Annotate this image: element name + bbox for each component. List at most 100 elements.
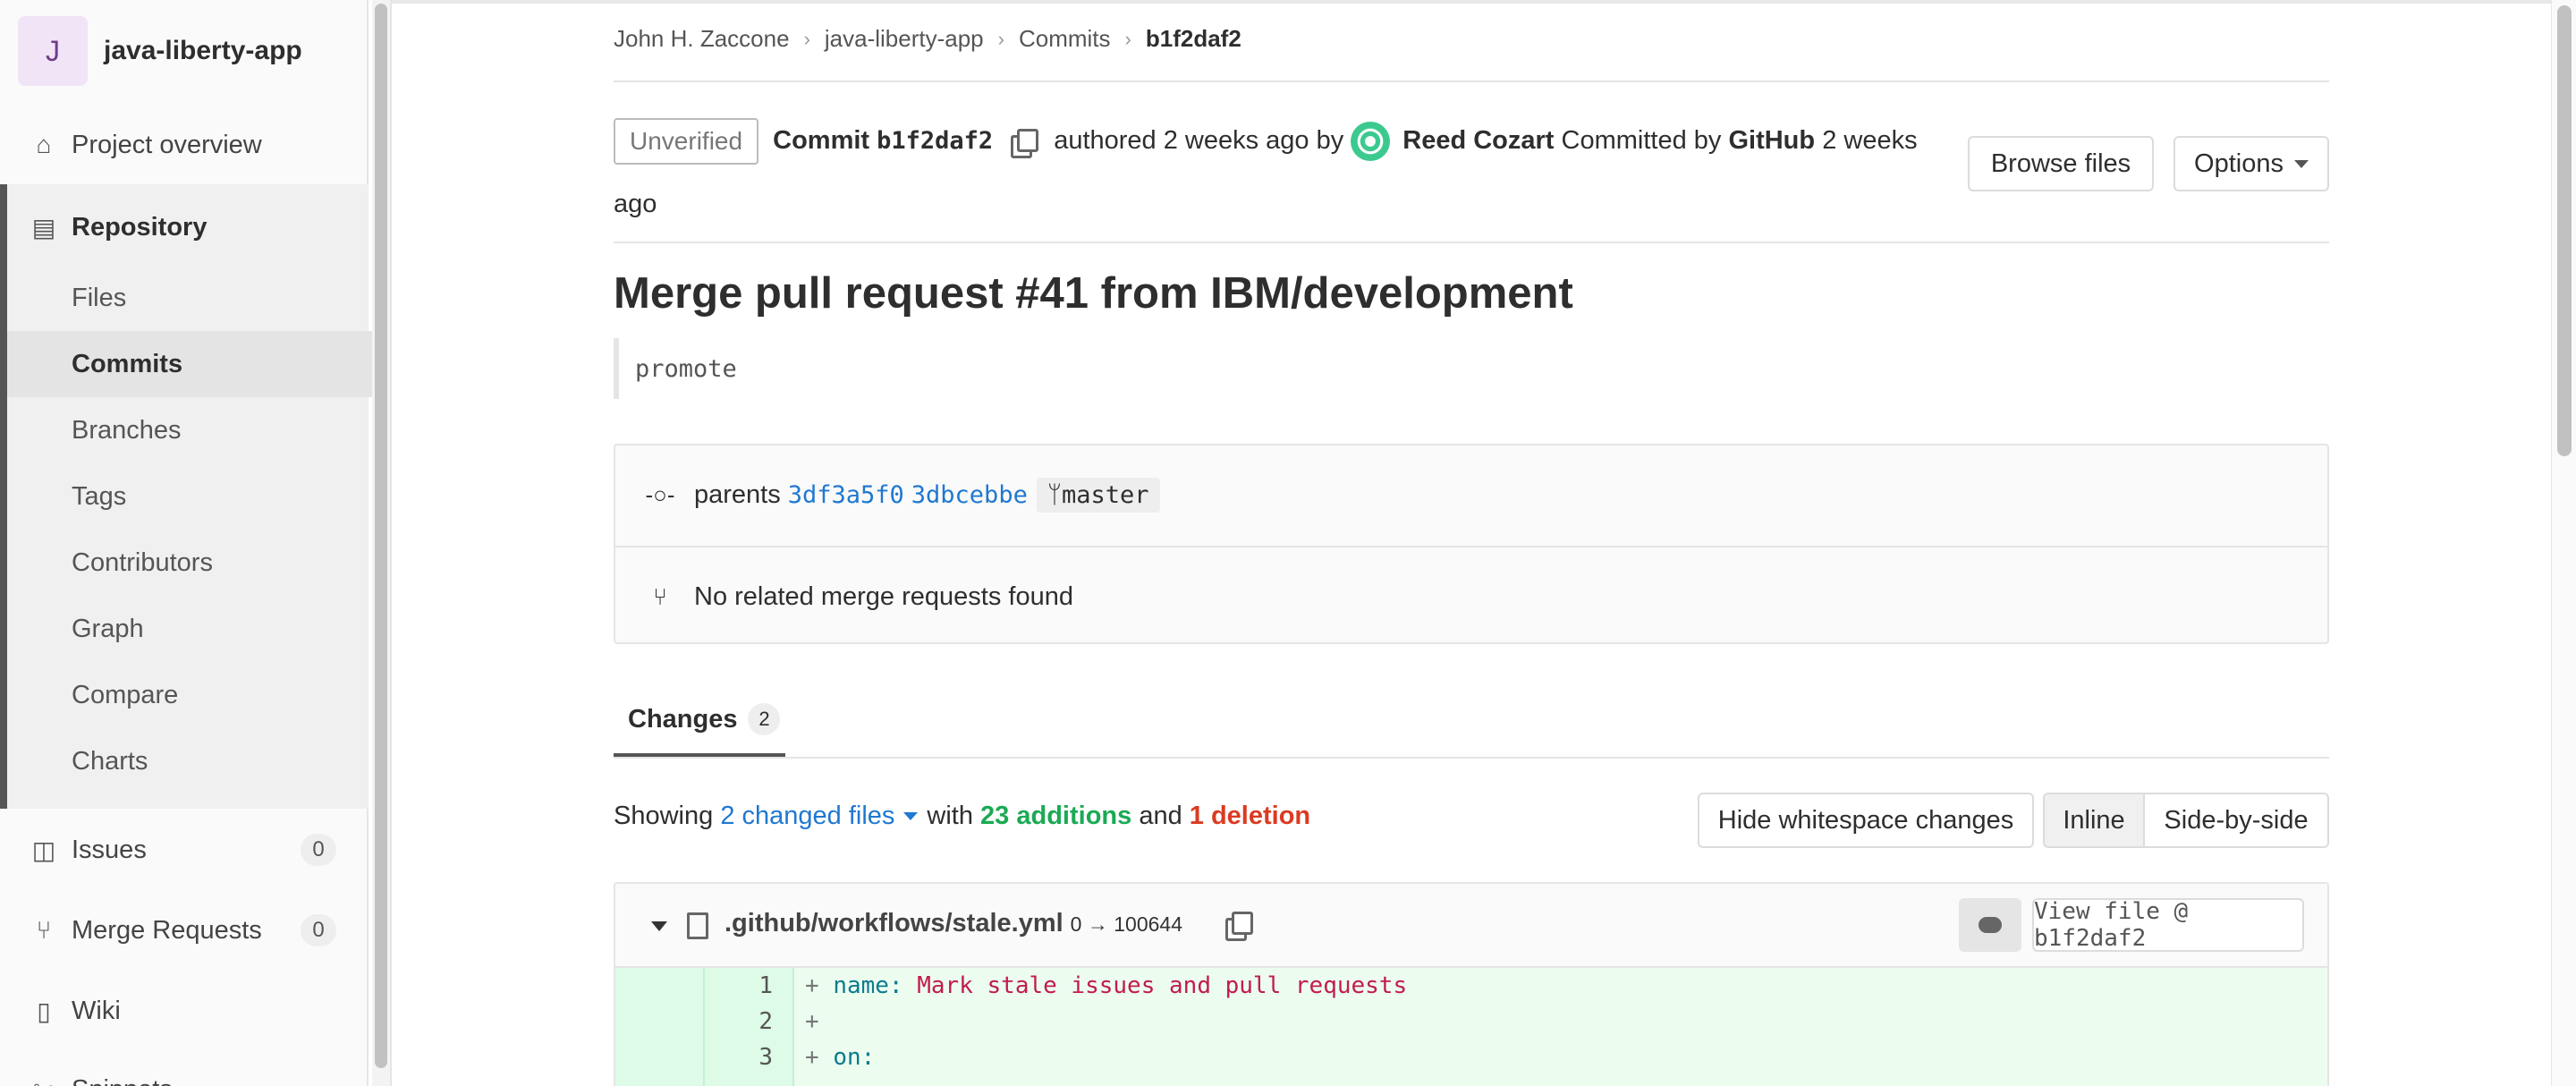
parent-sha-link[interactable]: 3dbcebbe	[911, 481, 1028, 509]
sidebar-subitem-contributors[interactable]: Contributors	[7, 530, 376, 596]
diff-summary: Showing 2 changed files with 23 additions…	[614, 802, 1310, 831]
options-dropdown[interactable]: Options	[2174, 136, 2329, 191]
browse-files-button[interactable]: Browse files	[1968, 136, 2154, 191]
sidebar-subitem-tags[interactable]: Tags	[7, 463, 376, 530]
chevron-right-icon: ›	[803, 27, 810, 50]
sidebar-subitem-graph[interactable]: Graph	[7, 596, 376, 662]
merge-request-icon: ⑂	[36, 916, 52, 944]
tab-label: Changes	[628, 704, 738, 734]
sidebar-subitem-branches[interactable]: Branches	[7, 397, 376, 463]
new-line-number[interactable]: 2	[705, 1004, 794, 1039]
branch-icon: ᛘ	[1046, 480, 1063, 509]
author-avatar[interactable]	[1351, 122, 1391, 162]
view-file-button[interactable]: View file @ b1f2daf2	[2032, 898, 2304, 952]
yaml-key: name:	[833, 972, 903, 999]
old-line-number[interactable]	[615, 1004, 705, 1039]
toggle-comments-button[interactable]	[1959, 898, 2021, 952]
project-header[interactable]: J java-liberty-app	[18, 16, 302, 86]
sidebar-subitem-label: Branches	[72, 415, 182, 445]
copy-icon[interactable]	[1009, 128, 1039, 159]
new-line-number[interactable]	[705, 1075, 794, 1086]
and-label: and	[1139, 802, 1182, 830]
changes-count-badge: 2	[748, 703, 781, 735]
issues-count-badge: 0	[301, 834, 336, 866]
sidebar-subitem-label: Tags	[72, 481, 127, 511]
new-line-number[interactable]: 3	[705, 1039, 794, 1075]
sidebar: J java-liberty-app ⌂ Project overview ▤ …	[0, 0, 376, 1086]
parent-sha-link[interactable]: 3df3a5f0	[788, 481, 904, 509]
file-mode: 0 → 100644	[1070, 912, 1182, 936]
code-line	[794, 1075, 2327, 1086]
breadcrumb-commits[interactable]: Commits	[1019, 25, 1111, 53]
diff-line	[615, 1075, 2327, 1086]
sidebar-item-snippets[interactable]: ✂ Snippets	[0, 1070, 369, 1086]
sidebar-item-repository[interactable]: ▤ Repository	[0, 208, 369, 247]
merge-requests-text: No related merge requests found	[694, 581, 1073, 611]
branch-tag[interactable]: ᛘmaster	[1036, 477, 1160, 513]
sidebar-subitem-label: Charts	[72, 746, 148, 776]
parents-label: parents	[694, 479, 781, 509]
chevron-right-icon: ›	[1124, 27, 1131, 50]
old-line-number[interactable]	[615, 1039, 705, 1075]
document-icon: ▤	[31, 213, 56, 242]
merge-requests-count-badge: 0	[301, 914, 336, 946]
sidebar-item-label: Snippets	[72, 1075, 173, 1086]
copy-icon[interactable]	[1224, 911, 1253, 941]
main-content: John H. Zaccone › java-liberty-app › Com…	[614, 0, 2329, 1086]
showing-label: Showing	[614, 802, 714, 830]
breadcrumb-owner[interactable]: John H. Zaccone	[614, 25, 790, 53]
sidebar-subitem-label: Commits	[72, 349, 183, 378]
tab-changes[interactable]: Changes 2	[614, 685, 785, 757]
sidebar-subitem-commits[interactable]: Commits	[7, 331, 376, 397]
sidebar-item-wiki[interactable]: ▯ Wiki	[0, 991, 369, 1031]
sidebar-scrollbar[interactable]	[372, 0, 390, 1086]
diff-line: 2 +	[615, 1004, 2327, 1039]
sidebar-item-label: Repository	[72, 212, 208, 242]
sidebar-subitem-label: Files	[72, 283, 127, 312]
old-line-number[interactable]	[615, 1075, 705, 1086]
verification-badge[interactable]: Unverified	[614, 118, 759, 165]
collapse-triangle-icon[interactable]	[651, 921, 667, 931]
code-line: +	[794, 1004, 2327, 1039]
committed-by-label: Committed by	[1561, 126, 1722, 155]
commit-description: promote	[614, 338, 737, 399]
commit-label: Commit	[773, 126, 870, 155]
inline-view-button[interactable]: Inline	[2043, 793, 2145, 848]
page-scrollbar[interactable]	[2551, 0, 2576, 1086]
breadcrumb: John H. Zaccone › java-liberty-app › Com…	[614, 25, 1241, 53]
code-line: + name: Mark stale issues and pull reque…	[794, 968, 2327, 1004]
file-path[interactable]: .github/workflows/stale.yml 0 → 100644	[724, 909, 1182, 938]
comment-icon	[1979, 917, 2002, 933]
sidebar-scrollbar-thumb[interactable]	[375, 4, 387, 1068]
sidebar-item-label: Project overview	[72, 130, 262, 159]
breadcrumb-project[interactable]: java-liberty-app	[825, 25, 984, 53]
project-name[interactable]: java-liberty-app	[104, 36, 302, 66]
page-scrollbar-thumb[interactable]	[2557, 5, 2572, 456]
commit-title: Merge pull request #41 from IBM/developm…	[614, 269, 1573, 318]
sidebar-subitem-files[interactable]: Files	[7, 265, 376, 331]
parents-row: -○- parents 3df3a5f0 3dbcebbe ᛘmaster	[615, 445, 2327, 544]
new-line-number[interactable]: 1	[705, 968, 794, 1004]
side-by-side-view-button[interactable]: Side-by-side	[2143, 793, 2329, 848]
author-name[interactable]: Reed Cozart	[1402, 126, 1554, 155]
scissors-icon: ✂	[29, 1074, 59, 1086]
branch-name: master	[1062, 480, 1149, 509]
caret-down-icon[interactable]	[903, 812, 919, 820]
sidebar-subitem-charts[interactable]: Charts	[7, 728, 376, 794]
changed-files-dropdown[interactable]: 2 changed files	[720, 802, 894, 831]
authored-text: authored 2 weeks ago by	[1054, 126, 1344, 155]
diff-content: 1 + name: Mark stale issues and pull req…	[615, 968, 2327, 1086]
sidebar-subitem-compare[interactable]: Compare	[7, 662, 376, 728]
diff-line: 3 + on:	[615, 1039, 2327, 1075]
file-header: .github/workflows/stale.yml 0 → 100644 Vi…	[615, 884, 2327, 968]
sidebar-item-issues[interactable]: ◫ Issues 0	[0, 830, 369, 870]
old-line-number[interactable]	[615, 968, 705, 1004]
hide-whitespace-button[interactable]: Hide whitespace changes	[1698, 793, 2034, 848]
committer-name[interactable]: GitHub	[1728, 126, 1815, 155]
breadcrumb-current[interactable]: b1f2daf2	[1146, 25, 1241, 53]
project-avatar: J	[18, 16, 88, 86]
sidebar-item-project-overview[interactable]: ⌂ Project overview	[0, 125, 369, 165]
sidebar-item-merge-requests[interactable]: ⑂ Merge Requests 0	[0, 911, 369, 950]
additions-count: 23 additions	[980, 802, 1132, 830]
commit-icon: -○-	[645, 480, 675, 508]
